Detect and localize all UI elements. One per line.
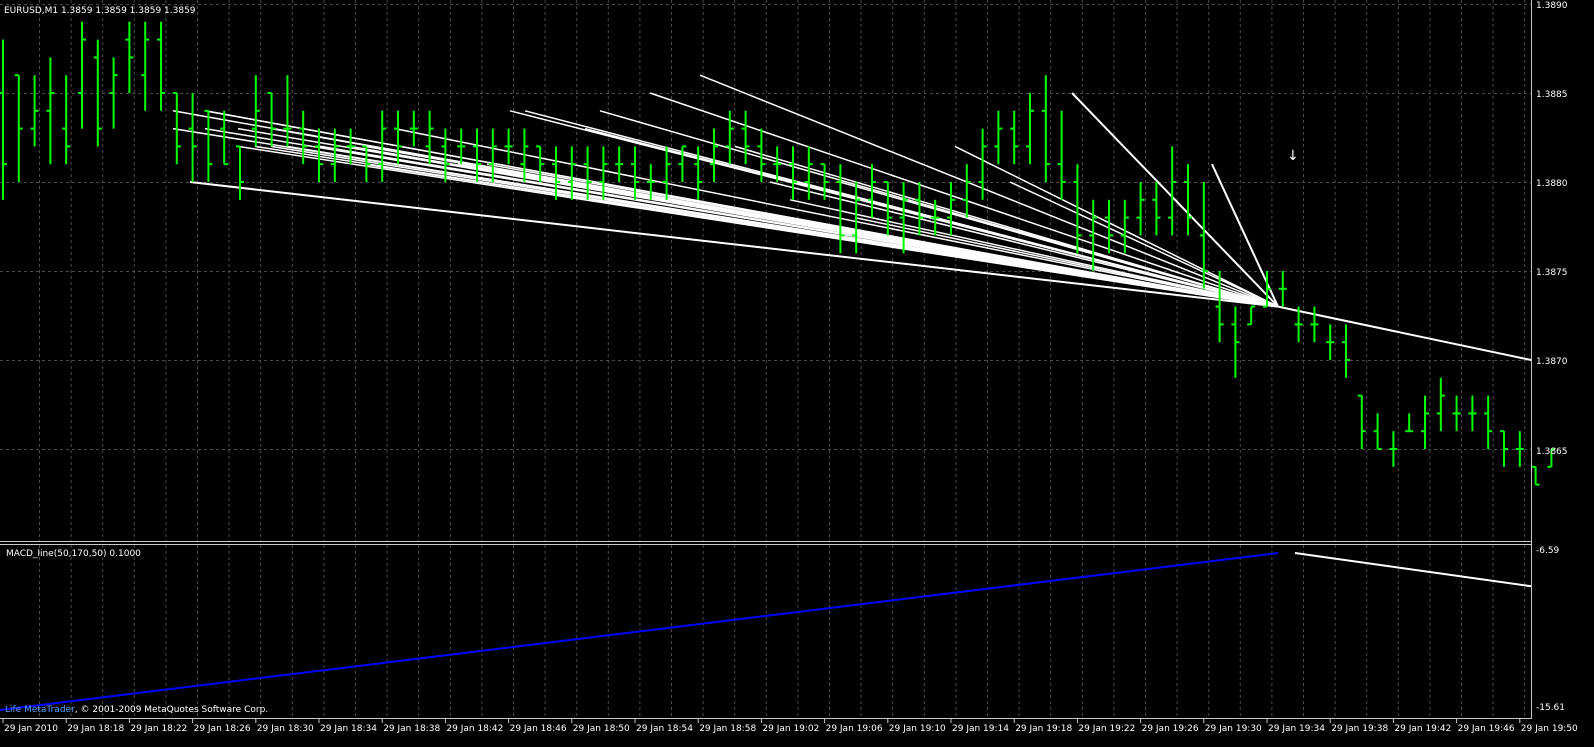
time-label: 29 Jan 18:22 [130, 724, 187, 734]
time-label: 29 Jan 19:34 [1268, 724, 1325, 734]
time-label: 29 Jan 18:34 [320, 724, 377, 734]
copyright-note: Life MetaTrader, © 2001-2009 MetaQuotes … [5, 705, 268, 715]
indicator-title: MACD_line(50,170,50) 0.1000 [6, 549, 141, 559]
indicator-scale-label: -15.61 [1536, 703, 1565, 713]
price-label: 1.3880 [1536, 179, 1568, 189]
price-chart[interactable]: EURUSD,M1 1.3859 1.3859 1.3859 1.3859 MA… [0, 0, 1594, 747]
time-label: 29 Jan 19:30 [1205, 724, 1262, 734]
symbol-info: EURUSD,M1 1.3859 1.3859 1.3859 1.3859 [4, 6, 196, 16]
terminal-window: EURUSD,M1 1.3859 1.3859 1.3859 1.3859 MA… [0, 0, 1594, 747]
sell-arrow-icon: ↓ [1287, 148, 1299, 164]
time-label: 29 Jan 19:14 [952, 724, 1009, 734]
time-label: 29 Jan 19:38 [1331, 724, 1388, 734]
price-label: 1.3875 [1536, 268, 1568, 278]
brand-name[interactable]: Life MetaTrader [5, 705, 75, 715]
time-label: 29 Jan 19:18 [1015, 724, 1072, 734]
chart-background [0, 0, 1594, 747]
time-label: 29 Jan 18:54 [636, 724, 693, 734]
time-label: 29 Jan 18:50 [573, 724, 630, 734]
copyright-text: , © 2001-2009 MetaQuotes Software Corp. [75, 705, 268, 715]
time-label: 29 Jan 18:58 [699, 724, 756, 734]
price-label: 1.3890 [1536, 1, 1568, 11]
time-label: 29 Jan 19:06 [826, 724, 883, 734]
time-label: 29 Jan 19:46 [1458, 724, 1515, 734]
time-label: 29 Jan 18:18 [67, 724, 124, 734]
time-label: 29 Jan 18:30 [257, 724, 314, 734]
price-label: 1.3885 [1536, 90, 1568, 100]
price-label: 1.3870 [1536, 357, 1568, 367]
time-label: 29 Jan 18:42 [446, 724, 503, 734]
time-label: 29 Jan 18:46 [510, 724, 567, 734]
time-label: 29 Jan 19:02 [762, 724, 819, 734]
time-label: 29 Jan 19:26 [1142, 724, 1199, 734]
time-label: 29 Jan 19:42 [1394, 724, 1451, 734]
time-label: 29 Jan 19:10 [889, 724, 946, 734]
time-label: 29 Jan 2010 [4, 724, 58, 734]
time-label: 29 Jan 19:50 [1521, 724, 1578, 734]
indicator-scale-label: -6.59 [1536, 546, 1560, 556]
time-label: 29 Jan 18:26 [194, 724, 251, 734]
time-label: 29 Jan 19:22 [1078, 724, 1135, 734]
price-label: 1.3865 [1536, 447, 1568, 457]
time-label: 29 Jan 18:38 [383, 724, 440, 734]
